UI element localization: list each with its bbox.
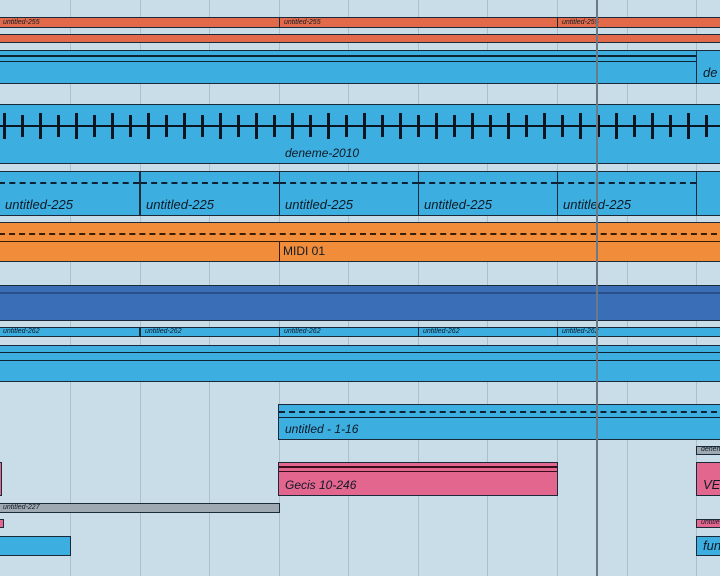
clip-deneme-2010[interactable]: deneme-2010 — [0, 104, 720, 164]
note-stripe — [0, 182, 139, 185]
clip-ve[interactable]: VE — [696, 462, 720, 496]
clip-midi-01[interactable]: MIDI 01 — [0, 222, 720, 262]
clip-untitled-262-1[interactable]: untitled-262 — [0, 327, 140, 337]
clip-deneme-small[interactable]: deneme — [696, 446, 720, 455]
clip-blue-wide-2[interactable] — [0, 345, 720, 382]
waveform — [0, 113, 720, 139]
clip-fun[interactable]: fun — [696, 536, 720, 556]
note-stripe — [0, 360, 720, 361]
note-stripe — [279, 466, 557, 468]
note-stripe — [280, 182, 418, 185]
clip-blue-band[interactable] — [0, 50, 698, 84]
note-stripe — [558, 182, 696, 185]
clip-untitled-225-5[interactable]: untitled-225 — [557, 171, 697, 216]
note-stripe — [279, 471, 557, 472]
note-stripe — [0, 55, 697, 57]
clip-untitled-262-2[interactable]: untitled-262 — [140, 327, 280, 337]
clip-pink-small-edge[interactable] — [0, 519, 4, 528]
clip-navy-band[interactable] — [0, 285, 720, 321]
note-stripe — [0, 292, 720, 294]
clip-untitled-225-1[interactable]: untitled-225 — [0, 171, 140, 216]
clip-untitled-225-4[interactable]: untitled-225 — [418, 171, 558, 216]
clip-pink-edge[interactable] — [0, 462, 2, 496]
note-stripe — [141, 182, 279, 185]
clip-de[interactable]: de — [696, 50, 720, 84]
clip-blue-small-bottom[interactable] — [0, 536, 71, 556]
note-stripe — [419, 182, 557, 185]
clip-divider — [279, 242, 280, 261]
playhead-line[interactable] — [596, 0, 598, 576]
clip-red-1[interactable]: untitled-255 — [0, 17, 280, 28]
note-stripe — [0, 241, 720, 242]
note-stripe — [279, 417, 720, 418]
clip-untitled-227[interactable]: untitled-227 — [0, 503, 280, 513]
clip-red-3[interactable]: untitled-255 — [557, 17, 720, 28]
clip-untitled-225-tail[interactable] — [696, 171, 720, 216]
note-stripe — [0, 352, 720, 353]
clip-red-2[interactable]: untitled-255 — [279, 17, 559, 28]
arrangement-view[interactable]: untitled-255 untitled-255 untitled-255 d… — [0, 0, 720, 576]
note-stripe — [279, 411, 720, 414]
clip-untitle-small[interactable]: untitle — [696, 519, 720, 528]
clip-untitled-225-2[interactable]: untitled-225 — [140, 171, 280, 216]
clip-untitled-262-3[interactable]: untitled-262 — [279, 327, 419, 337]
clip-untitled-262-4[interactable]: untitled-262 — [418, 327, 558, 337]
clip-gecis-10-246[interactable]: Gecis 10-246 — [278, 462, 558, 496]
clip-untitled-262-5[interactable]: untitled-262 — [557, 327, 720, 337]
note-stripe — [0, 233, 720, 236]
note-stripe — [0, 61, 697, 62]
clip-untitled-225-3[interactable]: untitled-225 — [279, 171, 419, 216]
clip-red-wide[interactable] — [0, 34, 720, 43]
clip-untitled-1-16[interactable]: untitled - 1-16 — [278, 404, 720, 440]
